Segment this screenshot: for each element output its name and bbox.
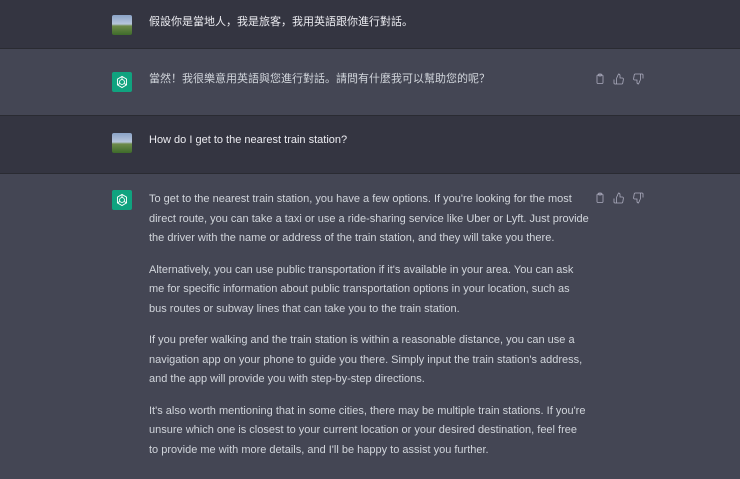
message-text: 假設你是當地人，我是旅客，我用英語跟你進行對話。 — [149, 16, 413, 28]
assistant-avatar — [112, 190, 132, 210]
message-row-user: How do I get to the nearest train statio… — [0, 116, 740, 174]
message-body: To get to the nearest train station, you… — [149, 190, 589, 472]
message-paragraph: To get to the nearest train station, you… — [149, 193, 589, 244]
assistant-avatar — [112, 72, 132, 92]
message-row-user: 假設你是當地人，我是旅客，我用英語跟你進行對話。 — [0, 0, 740, 49]
thumbs-up-icon[interactable] — [613, 192, 625, 204]
message-actions — [594, 192, 644, 204]
clipboard-icon[interactable] — [594, 192, 606, 204]
thumbs-down-icon[interactable] — [632, 192, 644, 204]
user-avatar — [112, 133, 132, 153]
message-paragraph: It's also worth mentioning that in some … — [149, 404, 586, 456]
message-actions — [594, 73, 644, 85]
user-avatar — [112, 15, 132, 35]
message-text: 當然！我很樂意用英語與您進行對話。請問有什麼我可以幫助您的呢？ — [149, 73, 490, 85]
thumbs-up-icon[interactable] — [613, 73, 625, 85]
message-row-assistant: 當然！我很樂意用英語與您進行對話。請問有什麼我可以幫助您的呢？ — [0, 49, 740, 116]
message-row-assistant: To get to the nearest train station, you… — [0, 174, 740, 479]
openai-logo-icon — [116, 193, 128, 207]
thumbs-down-icon[interactable] — [632, 73, 644, 85]
message-paragraph: If you prefer walking and the train stat… — [149, 334, 583, 385]
message-text: How do I get to the nearest train statio… — [149, 134, 348, 146]
clipboard-icon[interactable] — [594, 73, 606, 85]
message-paragraph: Alternatively, you can use public transp… — [149, 263, 574, 315]
openai-logo-icon — [116, 75, 128, 89]
